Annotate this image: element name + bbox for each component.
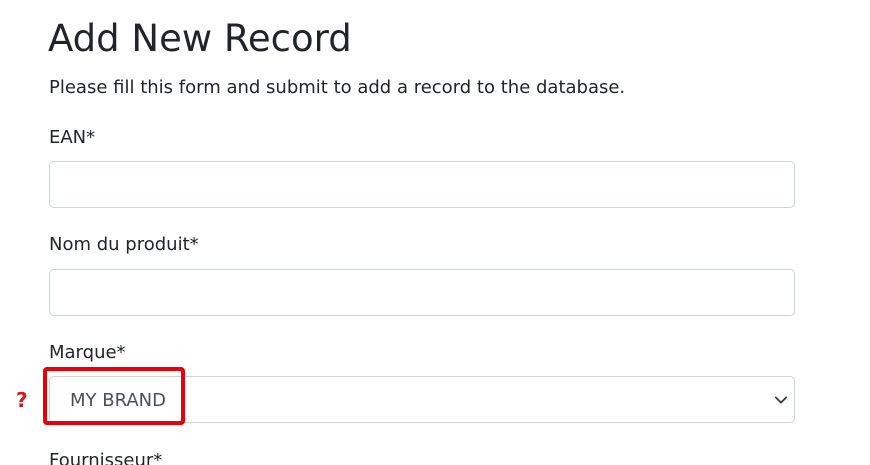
ean-input[interactable] [49, 161, 795, 208]
brand-select-value: MY BRAND [70, 390, 167, 411]
product-name-input[interactable] [49, 269, 795, 316]
ean-label: EAN* [49, 127, 96, 148]
question-mark-icon: ? [16, 388, 28, 412]
brand-select[interactable]: MY BRAND [49, 376, 795, 423]
chevron-down-icon [774, 396, 788, 404]
supplier-label: Fournisseur* [49, 450, 163, 465]
product-name-label: Nom du produit* [49, 234, 199, 255]
form-description: Please fill this form and submit to add … [49, 77, 626, 98]
page-title: Add New Record [48, 17, 352, 60]
add-record-form-page: Add New Record Please fill this form and… [0, 0, 870, 465]
brand-label: Marque* [49, 342, 126, 363]
